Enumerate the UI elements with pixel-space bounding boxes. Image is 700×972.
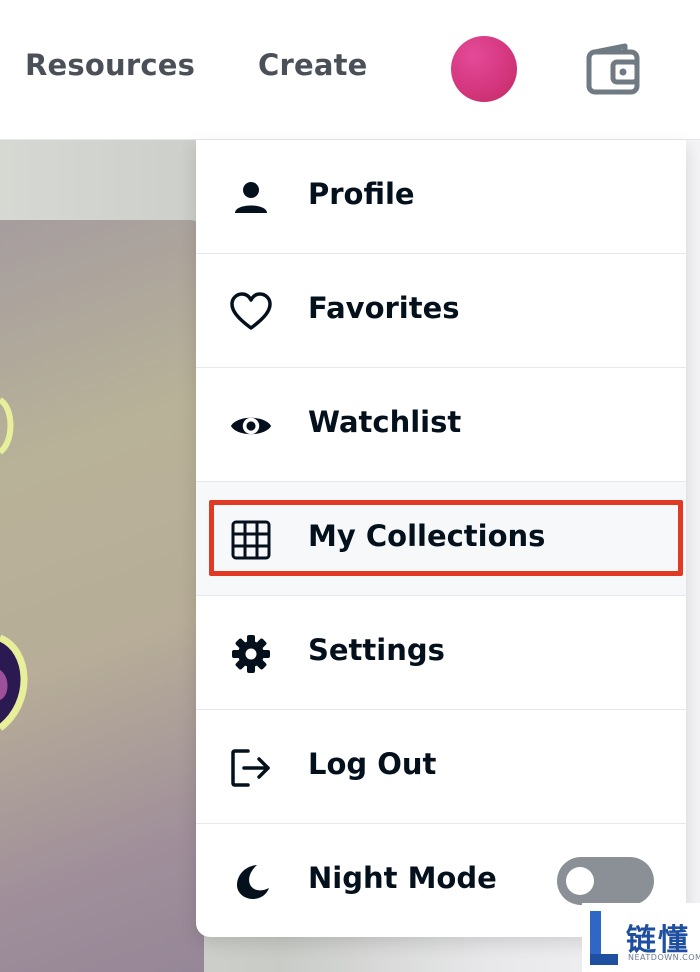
menu-item-label: Watchlist	[308, 405, 462, 439]
menu-item-settings[interactable]: Settings	[196, 596, 686, 710]
eye-icon	[230, 405, 272, 447]
watermark-logo: 链懂 NEATDOWN.COM	[582, 903, 700, 972]
nav-create[interactable]: Create	[258, 48, 368, 82]
menu-item-label: Night Mode	[308, 861, 497, 895]
watermark-l-icon	[590, 911, 618, 965]
highlight-box	[209, 500, 683, 576]
gear-icon	[230, 633, 272, 675]
wallet-icon[interactable]	[585, 42, 641, 96]
watermark-en: NEATDOWN.COM	[628, 953, 700, 962]
toggle-knob	[566, 867, 594, 895]
menu-item-label: Log Out	[308, 747, 437, 781]
menu-item-label: Settings	[308, 633, 445, 667]
logout-icon	[230, 747, 272, 789]
menu-item-watchlist[interactable]: Watchlist	[196, 368, 686, 482]
page: Resources Create Profile Favorites Watch…	[0, 0, 700, 972]
menu-item-profile[interactable]: Profile	[196, 140, 686, 254]
menu-item-log-out[interactable]: Log Out	[196, 710, 686, 824]
menu-item-label: Profile	[308, 177, 415, 211]
menu-item-favorites[interactable]: Favorites	[196, 254, 686, 368]
person-icon	[230, 177, 272, 219]
night-mode-toggle[interactable]	[557, 857, 654, 905]
avatar[interactable]	[451, 36, 517, 102]
menu-item-label: Favorites	[308, 291, 460, 325]
top-navbar: Resources Create	[0, 0, 700, 140]
artwork-shapes	[0, 397, 28, 731]
heart-icon	[230, 291, 272, 333]
moon-icon	[230, 861, 272, 903]
nav-resources[interactable]: Resources	[25, 48, 195, 82]
